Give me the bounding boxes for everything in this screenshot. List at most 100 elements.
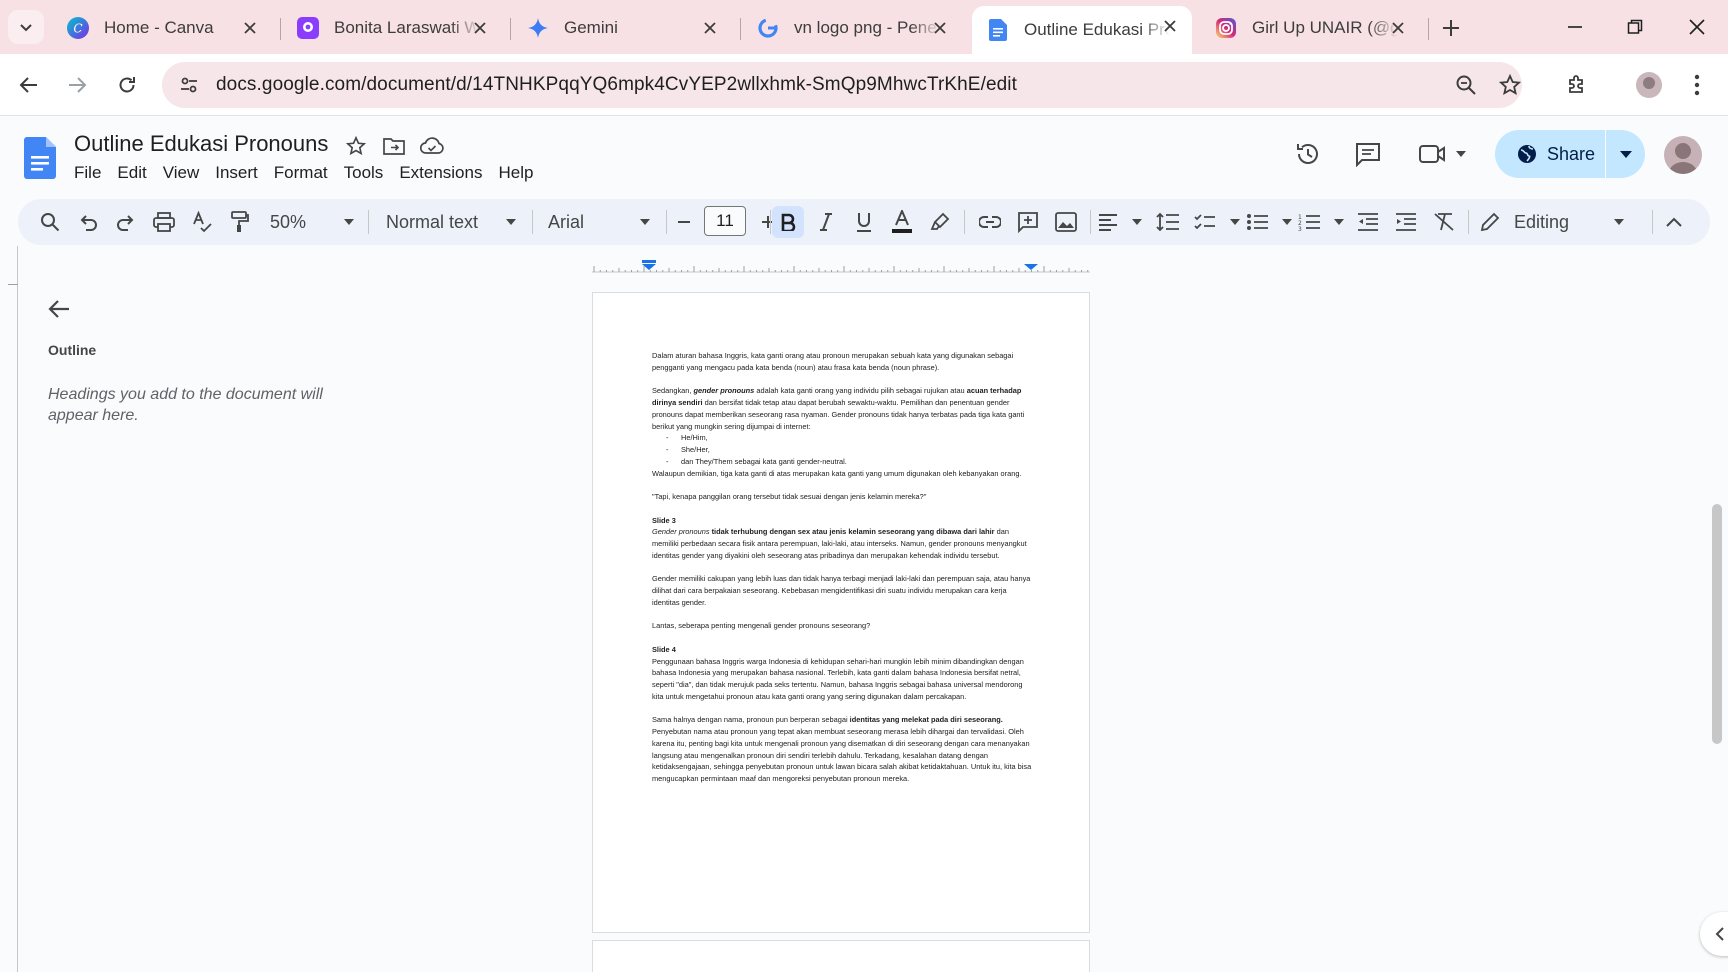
redo-button[interactable] <box>110 206 142 238</box>
account-avatar[interactable] <box>1664 136 1702 174</box>
menu-help[interactable]: Help <box>490 161 541 185</box>
move-folder-icon[interactable] <box>382 134 406 158</box>
share-dropdown-icon[interactable] <box>1606 150 1645 158</box>
tab-title: vn logo png - Pene <box>794 18 937 37</box>
avatar <box>1636 72 1662 98</box>
reload-button[interactable] <box>110 68 144 102</box>
paint-format-button[interactable] <box>224 206 256 238</box>
close-icon[interactable] <box>470 18 490 38</box>
line-spacing-button[interactable] <box>1152 206 1184 238</box>
insert-link-button[interactable] <box>974 206 1006 238</box>
menu-file[interactable]: File <box>66 161 109 185</box>
document-page[interactable]: Dalam aturan bahasa Inggris, kata ganti … <box>592 292 1090 933</box>
star-icon[interactable] <box>344 134 368 158</box>
spellcheck-button[interactable] <box>186 206 218 238</box>
align-select[interactable] <box>1098 206 1142 238</box>
browser-tab-instagram[interactable]: Girl Up UNAIR (@g <box>1200 8 1420 48</box>
share-button[interactable]: Share <box>1495 130 1645 178</box>
first-line-indent-marker[interactable] <box>642 260 656 263</box>
paragraph-style-select[interactable]: Normal text <box>378 206 524 238</box>
horizontal-ruler[interactable] <box>592 260 1090 274</box>
menu-tools[interactable]: Tools <box>336 161 392 185</box>
menu-edit[interactable]: Edit <box>109 161 154 185</box>
search-menus-button[interactable] <box>34 206 66 238</box>
print-button[interactable] <box>148 206 180 238</box>
right-indent-marker[interactable] <box>1024 264 1038 270</box>
menu-format[interactable]: Format <box>266 161 336 185</box>
show-side-panel-button[interactable] <box>1700 912 1728 956</box>
tab-separator <box>740 18 741 40</box>
browser-tab-docs-active[interactable]: Outline Edukasi Pro <box>972 6 1192 54</box>
highlight-color-button[interactable] <box>924 206 956 238</box>
site-info-icon[interactable] <box>166 62 212 108</box>
vertical-scrollbar[interactable] <box>1712 504 1722 744</box>
new-tab-button[interactable] <box>1436 14 1466 42</box>
bulleted-list-button[interactable] <box>1246 206 1292 238</box>
history-icon <box>1297 144 1318 164</box>
browser-tab-gemini[interactable]: Gemini <box>512 8 732 48</box>
extensions-button[interactable] <box>1560 68 1594 102</box>
italic-button[interactable] <box>810 206 842 238</box>
tab-separator <box>280 18 281 40</box>
font-select[interactable]: Arial <box>540 206 658 238</box>
decrease-font-size-button[interactable] <box>668 206 700 238</box>
tab-search-button[interactable] <box>8 10 44 44</box>
checklist-button[interactable] <box>1194 206 1240 238</box>
google-icon <box>756 16 780 40</box>
close-icon[interactable] <box>1160 16 1180 36</box>
menu-extensions[interactable]: Extensions <box>391 161 490 185</box>
chevron-left-icon <box>1715 927 1724 941</box>
insert-image-button[interactable] <box>1050 206 1082 238</box>
font-size-input[interactable]: 11 <box>704 206 746 236</box>
cloud-saved-icon[interactable] <box>420 134 444 158</box>
paragraph: Lantas, seberapa penting mengenali gende… <box>652 621 871 631</box>
zoom-select[interactable]: 50% <box>264 206 360 238</box>
browser-tab-canva[interactable]: C Home - Canva <box>52 8 272 48</box>
address-bar[interactable]: docs.google.com/document/d/14TNHKPqqYQ6m… <box>162 62 1522 108</box>
decrease-indent-button[interactable] <box>1352 206 1384 238</box>
bold-button[interactable] <box>772 206 804 238</box>
italic-icon <box>820 213 832 231</box>
tab-title: Bonita Laraswati W <box>334 18 480 37</box>
document-title[interactable]: Outline Edukasi Pronouns <box>74 131 328 157</box>
browser-tab-google[interactable]: vn logo png - Pene <box>742 8 962 48</box>
back-button[interactable] <box>12 68 46 102</box>
close-window-button[interactable] <box>1682 12 1712 42</box>
add-comment-button[interactable] <box>1012 206 1044 238</box>
document-page-next[interactable] <box>592 940 1090 972</box>
undo-button[interactable] <box>72 206 104 238</box>
numbered-list-button[interactable]: 123 <box>1298 206 1344 238</box>
tab-title: Girl Up UNAIR (@g <box>1252 18 1398 37</box>
menu-view[interactable]: View <box>155 161 208 185</box>
url-text[interactable]: docs.google.com/document/d/14TNHKPqqYQ6m… <box>216 74 1017 96</box>
docs-logo-icon[interactable] <box>24 137 56 179</box>
hide-menus-button[interactable] <box>1658 206 1690 238</box>
comments-button[interactable] <box>1350 137 1386 171</box>
profile-button[interactable] <box>1632 68 1666 102</box>
version-history-button[interactable] <box>1290 137 1326 171</box>
browser-tab-bonita[interactable]: Bonita Laraswati W <box>282 8 502 48</box>
meet-button[interactable] <box>1414 137 1470 171</box>
underline-button[interactable] <box>848 206 880 238</box>
pencil-icon <box>1480 212 1500 232</box>
menu-insert[interactable]: Insert <box>207 161 266 185</box>
restore-button[interactable] <box>1620 12 1650 42</box>
editing-mode-select[interactable]: Editing <box>1474 206 1634 238</box>
globe-icon <box>1518 145 1536 163</box>
close-icon[interactable] <box>1388 18 1408 38</box>
zoom-icon[interactable] <box>1454 73 1478 97</box>
browser-menu-button[interactable] <box>1680 68 1714 102</box>
page-content[interactable]: Dalam aturan bahasa Inggris, kata ganti … <box>652 350 1032 797</box>
caret-down-icon <box>344 219 354 225</box>
close-outline-button[interactable] <box>44 294 74 324</box>
minimize-icon <box>1568 26 1582 28</box>
close-icon[interactable] <box>240 18 260 38</box>
increase-indent-button[interactable] <box>1390 206 1422 238</box>
forward-button[interactable] <box>60 68 94 102</box>
bookmark-star-icon[interactable] <box>1498 73 1522 97</box>
text-color-button[interactable] <box>886 206 918 238</box>
clear-formatting-button[interactable] <box>1428 206 1460 238</box>
close-icon[interactable] <box>700 18 720 38</box>
minimize-button[interactable] <box>1560 12 1590 42</box>
close-icon[interactable] <box>930 18 950 38</box>
